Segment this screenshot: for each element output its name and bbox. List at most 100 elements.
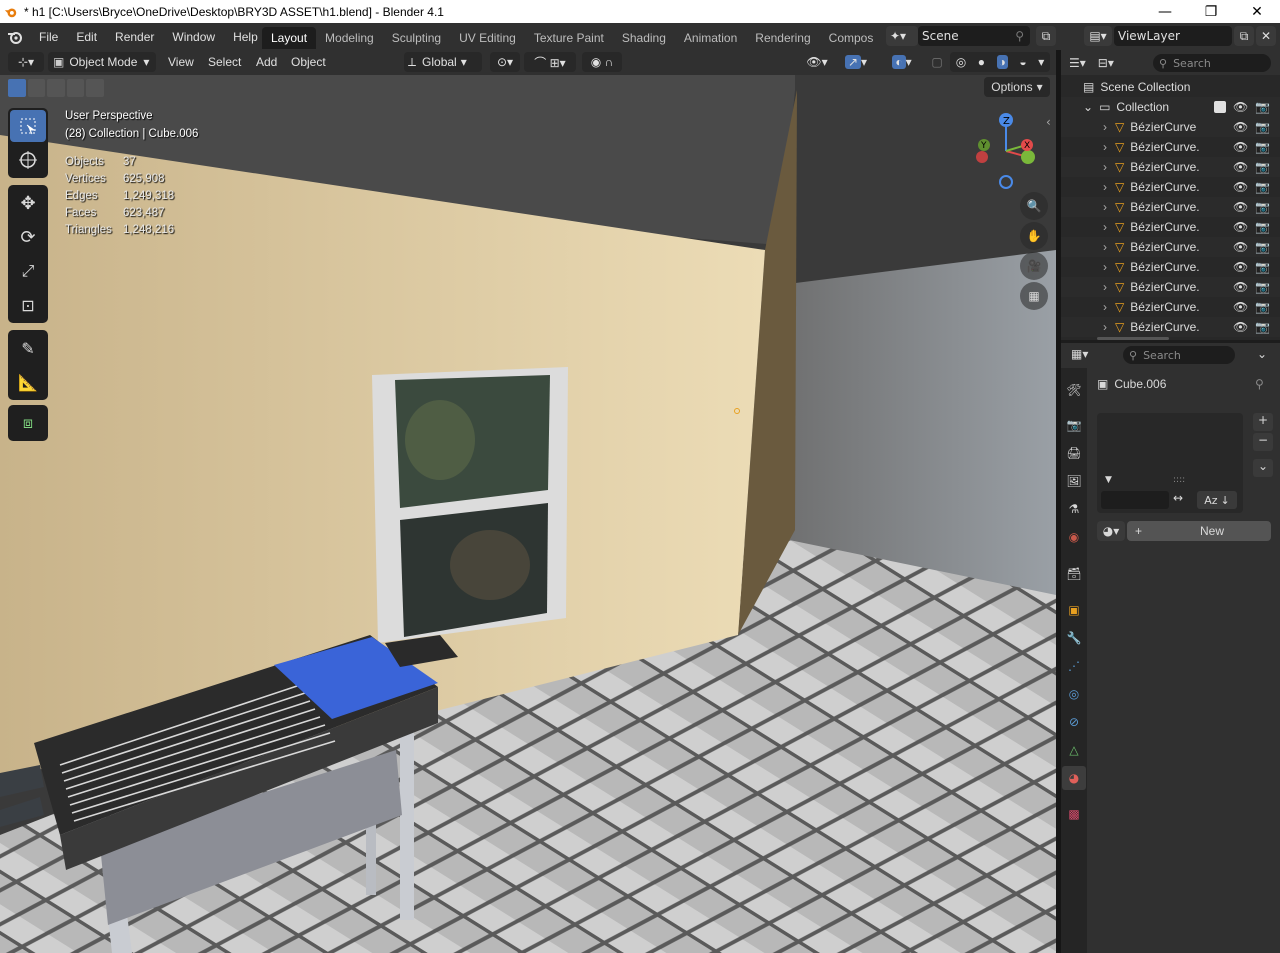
outliner-item[interactable]: › ▽ BézierCurve. 👁 📷 <box>1061 157 1280 177</box>
menu-edit[interactable]: Edit <box>67 30 106 44</box>
solid-shading-icon[interactable]: ● <box>978 55 985 69</box>
perspective-toggle-button[interactable]: ▦ <box>1020 282 1048 310</box>
editor-type-button[interactable]: ⊹▾ <box>8 52 44 72</box>
gizmo-toggle-button[interactable]: ↗ ▾ <box>836 52 876 72</box>
camera-render-icon[interactable]: 📷 <box>1255 100 1270 114</box>
chevron-down-icon[interactable]: ⌄ <box>1083 100 1093 114</box>
select-extend-icon[interactable] <box>27 79 46 97</box>
menu-add[interactable]: Add <box>256 52 277 72</box>
overlay-toggle-button[interactable]: ◐ ▾ <box>882 52 922 72</box>
chevron-right-icon[interactable]: › <box>1103 200 1107 214</box>
chevron-right-icon[interactable]: › <box>1103 260 1107 274</box>
outliner-item[interactable]: › ▽ BézierCurve. 👁 📷 <box>1061 317 1280 337</box>
texture-tab[interactable]: ▩ <box>1062 802 1086 826</box>
tab-layout[interactable]: Layout <box>262 27 317 49</box>
eye-icon[interactable]: 👁 <box>1233 260 1248 274</box>
camera-render-icon[interactable]: 📷 <box>1255 280 1270 294</box>
physics-tab[interactable]: ◎ <box>1062 682 1086 706</box>
pin-icon[interactable]: ⚲ <box>1015 29 1024 43</box>
material-tab[interactable]: ◕ <box>1062 766 1086 790</box>
zoom-button[interactable]: 🔍 <box>1020 192 1048 220</box>
add-cube-tool[interactable]: ⧈ <box>10 407 46 439</box>
orientation-dropdown[interactable]: ⟂ Global ▾ <box>404 52 482 72</box>
eye-icon[interactable]: 👁 <box>1233 140 1248 154</box>
neg-z-handle[interactable] <box>999 175 1013 189</box>
scale-tool[interactable]: ⤢ <box>10 255 46 287</box>
camera-view-button[interactable]: 🎥 <box>1020 252 1048 280</box>
chevron-down-icon[interactable]: ▾ <box>1038 55 1044 69</box>
camera-render-icon[interactable]: 📷 <box>1255 300 1270 314</box>
chevron-right-icon[interactable]: › <box>1103 320 1107 334</box>
outliner-item[interactable]: › ▽ BézierCurve. 👁 📷 <box>1061 237 1280 257</box>
select-new-icon[interactable] <box>8 79 26 97</box>
render-tab[interactable]: 📷 <box>1062 413 1086 437</box>
close-button[interactable]: ✕ <box>1234 0 1280 23</box>
tab-animation[interactable]: Animation <box>675 27 746 49</box>
outliner-scrollbar[interactable] <box>1097 337 1169 340</box>
scene-tab[interactable]: ⚗ <box>1062 497 1086 521</box>
options-button[interactable]: Options ▾ <box>984 77 1050 97</box>
outliner-item[interactable]: › ▽ BézierCurve 👁 📷 <box>1061 117 1280 137</box>
eye-icon[interactable]: 👁 <box>1233 300 1248 314</box>
neg-x-handle[interactable] <box>976 151 988 163</box>
exclude-checkbox[interactable] <box>1214 101 1226 113</box>
eye-icon[interactable]: 👁 <box>1233 280 1248 294</box>
tab-uv-editing[interactable]: UV Editing <box>450 27 525 49</box>
eye-icon[interactable]: 👁 <box>1233 180 1248 194</box>
menu-select[interactable]: Select <box>208 52 241 72</box>
move-tool[interactable]: ✥ <box>10 187 46 219</box>
properties-editor-icon[interactable]: ▦▾ <box>1071 347 1088 361</box>
pin-icon[interactable]: ⚲ <box>1255 377 1264 391</box>
resize-handle-icon[interactable]: :::: <box>1173 475 1185 485</box>
minimize-button[interactable]: — <box>1142 0 1188 23</box>
xray-button[interactable]: ▢ <box>928 52 946 72</box>
output-tab[interactable]: 🖨 <box>1062 441 1086 465</box>
cursor-tool[interactable] <box>10 144 46 176</box>
object-tab[interactable]: ▣ <box>1062 598 1086 622</box>
chevron-right-icon[interactable]: › <box>1103 160 1107 174</box>
camera-render-icon[interactable]: 📷 <box>1255 180 1270 194</box>
tab-sculpting[interactable]: Sculpting <box>383 27 450 49</box>
chevron-right-icon[interactable]: › <box>1103 180 1107 194</box>
remove-viewlayer-button[interactable]: ✕ <box>1256 26 1276 46</box>
select-subtract-icon[interactable] <box>47 79 65 97</box>
chevron-down-icon[interactable]: ⌄ <box>1257 347 1267 361</box>
chevron-right-icon[interactable]: › <box>1103 140 1107 154</box>
camera-render-icon[interactable]: 📷 <box>1255 320 1270 334</box>
viewlayer-selector-button[interactable]: ▤▾ <box>1084 26 1112 46</box>
camera-render-icon[interactable]: 📷 <box>1255 200 1270 214</box>
measure-tool[interactable]: 📐 <box>10 366 46 398</box>
pan-button[interactable]: ✋ <box>1020 222 1048 250</box>
mode-dropdown[interactable]: ▣ Object Mode ▾ <box>48 52 156 72</box>
visibility-button[interactable]: 👁▾ <box>800 52 834 72</box>
chevron-right-icon[interactable]: › <box>1103 280 1107 294</box>
menu-view[interactable]: View <box>168 52 194 72</box>
y-axis-handle[interactable] <box>1021 150 1035 164</box>
wireframe-shading-icon[interactable]: ◎ <box>956 55 966 69</box>
data-tab[interactable]: △ <box>1062 738 1086 762</box>
material-slot-list[interactable]: ▼ :::: ↔ Az ↓ <box>1097 413 1243 513</box>
rendered-shading-icon[interactable]: ◒ <box>1019 55 1026 69</box>
slot-specials-button[interactable]: ⌄ <box>1253 459 1273 477</box>
tab-rendering[interactable]: Rendering <box>746 27 819 49</box>
camera-render-icon[interactable]: 📷 <box>1255 140 1270 154</box>
eye-icon[interactable]: 👁 <box>1233 160 1248 174</box>
select-box-tool[interactable] <box>10 110 46 142</box>
scene-selector-button[interactable]: ✦▾ <box>886 26 918 46</box>
new-scene-button[interactable]: ⧉ <box>1036 26 1056 46</box>
menu-render[interactable]: Render <box>106 30 163 44</box>
new-material-button[interactable]: + New <box>1127 521 1271 541</box>
outliner-item[interactable]: › ▽ BézierCurve. 👁 📷 <box>1061 137 1280 157</box>
new-viewlayer-button[interactable]: ⧉ <box>1234 26 1254 46</box>
tab-shading[interactable]: Shading <box>613 27 675 49</box>
camera-render-icon[interactable]: 📷 <box>1255 160 1270 174</box>
tab-modeling[interactable]: Modeling <box>316 27 383 49</box>
navigation-gizmo[interactable]: Z X Y <box>968 109 1048 193</box>
camera-render-icon[interactable]: 📷 <box>1255 260 1270 274</box>
pivot-button[interactable]: ⊙▾ <box>490 52 520 72</box>
eye-icon[interactable]: 👁 <box>1233 120 1248 134</box>
select-intersect-icon[interactable] <box>86 79 104 97</box>
chevron-right-icon[interactable]: › <box>1103 220 1107 234</box>
scene-name-field[interactable]: Scene ⚲ <box>918 26 1030 46</box>
camera-render-icon[interactable]: 📷 <box>1255 220 1270 234</box>
